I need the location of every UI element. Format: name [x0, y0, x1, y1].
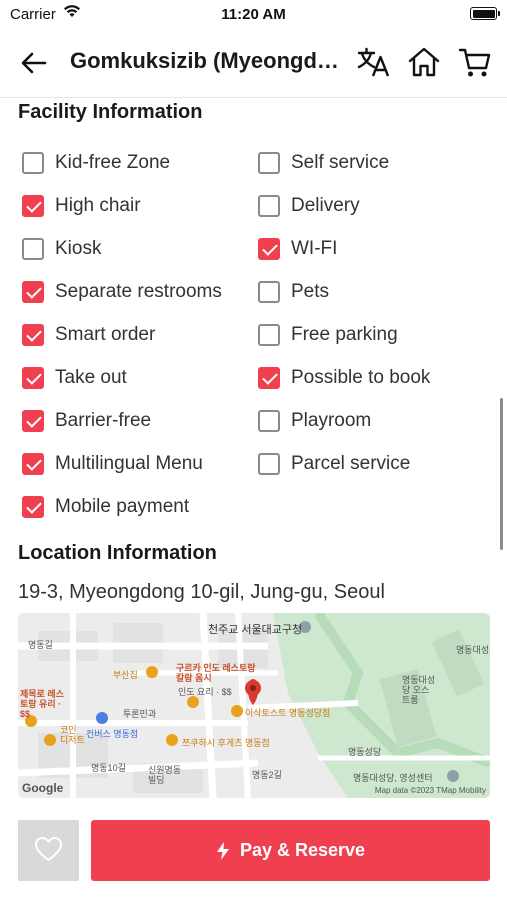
facility-label: WI-FI [291, 238, 338, 259]
facility-checkbox[interactable] [22, 496, 44, 518]
facility-section-title: Facility Information [18, 101, 203, 123]
map-label: 천주교 서울대교구청 [208, 624, 303, 636]
scrollbar[interactable] [500, 398, 503, 550]
map-label: 명동성당 [348, 747, 382, 757]
facility-label: Smart order [55, 324, 156, 345]
facility-item: Pets [258, 277, 329, 307]
facility-checkbox[interactable] [22, 195, 44, 217]
home-icon[interactable] [406, 44, 442, 80]
facility-checkbox[interactable] [258, 367, 280, 389]
facility-item: Mobile payment [22, 492, 189, 522]
map-label: 명동2길 [252, 770, 282, 780]
facility-checkbox[interactable] [258, 324, 280, 346]
facility-label: Kiosk [55, 238, 102, 259]
map-label: 이삭토스트 명동성당점 [245, 708, 331, 718]
translate-icon[interactable] [355, 44, 391, 80]
facility-item: Barrier-free [22, 406, 151, 436]
map-label: 명동대성길 [456, 645, 490, 655]
status-bar: Carrier 11:20 AM [0, 0, 507, 28]
map-label: 구르카 인도 레스토랑 칼람 옴시 [176, 663, 256, 683]
facility-item: Delivery [258, 191, 360, 221]
location-map[interactable]: 천주교 서울대교구청 부산집 구르카 인도 레스토랑 칼람 옴시 인도 요리 ·… [18, 613, 490, 798]
facility-item: Playroom [258, 406, 371, 436]
facility-checkbox[interactable] [258, 453, 280, 475]
facility-checkbox[interactable] [22, 324, 44, 346]
map-label: 제목로 레스토랑 유리 · $$ [20, 689, 64, 719]
facility-label: Take out [55, 367, 127, 388]
facility-checkbox[interactable] [22, 238, 44, 260]
google-logo: Google [22, 781, 64, 795]
facility-checkbox[interactable] [258, 410, 280, 432]
lightning-icon [216, 841, 229, 860]
map-label: 신원명동 빌딩 [148, 765, 182, 785]
favorite-button[interactable] [18, 820, 79, 881]
address-text: 19-3, Myeongdong 10-gil, Jung-gu, Seoul [18, 581, 385, 603]
map-label: 명동대성당 오스트룸 [402, 675, 436, 705]
facility-label: Barrier-free [55, 410, 152, 431]
location-section-title: Location Information [18, 542, 217, 564]
facility-item: Parcel service [258, 449, 410, 479]
facility-item: Take out [22, 363, 127, 393]
facility-label: Mobile payment [55, 496, 190, 517]
map-label: 명동길 [28, 640, 53, 650]
facility-item: Self service [258, 148, 389, 178]
map-label: 컨버스 명동점 [86, 729, 139, 739]
facility-checkbox[interactable] [22, 367, 44, 389]
pay-reserve-label: Pay & Reserve [239, 840, 366, 860]
map-label: 인도 요리 · $$ [178, 687, 232, 697]
facility-label: Parcel service [291, 453, 411, 474]
facility-label: High chair [55, 195, 141, 216]
facility-item: Separate restrooms [22, 277, 222, 307]
back-arrow-icon[interactable] [18, 47, 50, 79]
facility-item: Kiosk [22, 234, 101, 264]
app-header: Gomkuksizib (Myeongdong) [0, 28, 507, 98]
facility-label: Possible to book [291, 367, 431, 388]
facility-label: Separate restrooms [55, 281, 222, 302]
facility-item: High chair [22, 191, 141, 221]
facility-label: Delivery [291, 195, 360, 216]
facility-item: Possible to book [258, 363, 430, 393]
map-label: 투론민과 [123, 709, 157, 719]
facility-checkbox[interactable] [258, 152, 280, 174]
heart-icon [35, 837, 62, 861]
facility-label: Free parking [291, 324, 398, 345]
facility-label: Multilingual Menu [55, 453, 203, 474]
map-label: 부산집 [113, 670, 138, 680]
facility-checkbox[interactable] [258, 195, 280, 217]
facility-item: Kid-free Zone [22, 148, 170, 178]
facility-label: Kid-free Zone [55, 152, 171, 173]
facility-checkbox[interactable] [22, 152, 44, 174]
facility-checkbox[interactable] [22, 453, 44, 475]
map-credit: Map data ©2023 TMap Mobility [374, 786, 486, 795]
bottom-action-bar: Pay & Reserve [0, 806, 507, 900]
facility-checkbox[interactable] [22, 281, 44, 303]
map-label: 명동10길 [91, 763, 126, 773]
map-label: 쯔쿠하시 후게츠 명동점 [182, 738, 270, 748]
status-time: 11:20 AM [221, 6, 286, 23]
facility-checkbox[interactable] [258, 281, 280, 303]
pay-reserve-button[interactable]: Pay & Reserve [91, 820, 490, 881]
facility-item: WI-FI [258, 234, 337, 264]
battery-icon [470, 7, 500, 20]
page-title: Gomkuksizib (Myeongdong) [70, 48, 342, 73]
map-label: 코인 디저트 [60, 725, 85, 745]
facility-label: Playroom [291, 410, 372, 431]
facility-label: Pets [291, 281, 330, 302]
facility-label: Self service [291, 152, 390, 173]
map-label: 명동대성당, 영성센터 [353, 773, 433, 783]
facility-item: Free parking [258, 320, 398, 350]
facility-checkbox[interactable] [22, 410, 44, 432]
cart-icon[interactable] [457, 44, 493, 80]
facility-item: Smart order [22, 320, 155, 350]
facility-checkbox[interactable] [258, 238, 280, 260]
facility-item: Multilingual Menu [22, 449, 203, 479]
